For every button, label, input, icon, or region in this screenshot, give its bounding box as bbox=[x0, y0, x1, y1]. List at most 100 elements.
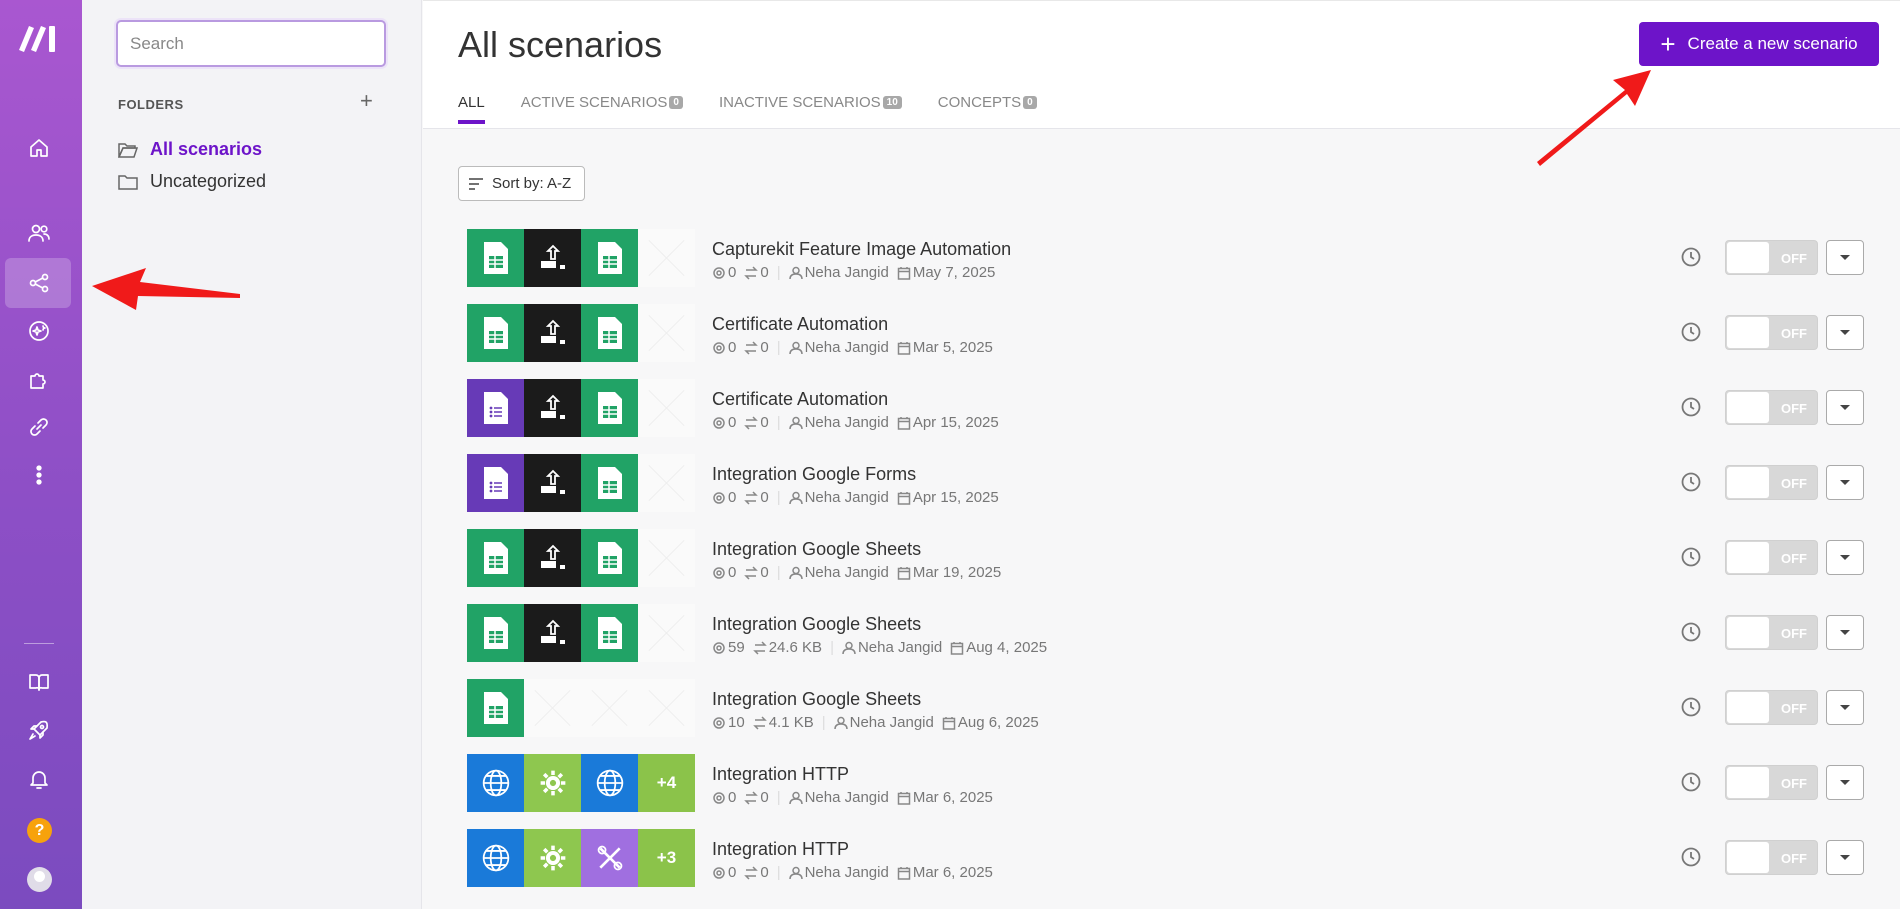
scenario-date: Apr 15, 2025 bbox=[897, 489, 999, 506]
folder-all-scenarios[interactable]: All scenarios bbox=[118, 139, 262, 160]
scenario-meta: 10 4.1 KB | Neha Jangid Aug 6, 2025 bbox=[712, 714, 1047, 731]
scenario-row[interactable]: Certificate Automation 0 0 | Neha Jangid Mar … bbox=[467, 304, 1867, 362]
create-scenario-button[interactable]: + Create a new scenario bbox=[1639, 22, 1879, 66]
empty-module-slot bbox=[638, 304, 695, 362]
scenario-toggle[interactable]: OFF bbox=[1725, 240, 1818, 275]
scenario-row[interactable]: Capturekit Feature Image Automation 0 0 | Ne… bbox=[467, 229, 1867, 287]
more-icon[interactable] bbox=[24, 460, 54, 490]
scenario-date: Apr 15, 2025 bbox=[897, 414, 999, 431]
folder-uncategorized[interactable]: Uncategorized bbox=[118, 171, 266, 192]
scenario-name[interactable]: Integration Google Sheets bbox=[712, 689, 921, 710]
scenario-name[interactable]: Certificate Automation bbox=[712, 389, 888, 410]
scenario-toggle[interactable]: OFF bbox=[1725, 540, 1818, 575]
schedule-clock-icon[interactable] bbox=[1680, 546, 1702, 568]
sheets-module-icon bbox=[581, 304, 638, 362]
dark-module-icon bbox=[524, 454, 581, 512]
tab-all[interactable]: ALL bbox=[458, 94, 485, 124]
data-transfer: 0 bbox=[744, 264, 769, 281]
scenario-toggle[interactable]: OFF bbox=[1725, 690, 1818, 725]
scenario-modules[interactable]: +3 bbox=[467, 829, 695, 887]
tab-inactive-scenarios[interactable]: INACTIVE SCENARIOS 10 bbox=[719, 94, 902, 124]
scenario-modules[interactable] bbox=[467, 529, 695, 587]
date-value: Aug 4, 2025 bbox=[966, 639, 1048, 656]
scenario-toggle[interactable]: OFF bbox=[1725, 390, 1818, 425]
make-logo[interactable] bbox=[16, 20, 62, 56]
schedule-clock-icon[interactable] bbox=[1680, 246, 1702, 268]
schedule-clock-icon[interactable] bbox=[1680, 846, 1702, 868]
data-transfer: 0 bbox=[744, 339, 769, 356]
scenario-row[interactable]: +4 Integration HTTP 0 0 | Neha Jangid Mar 6, 2… bbox=[467, 754, 1867, 812]
launch-icon[interactable] bbox=[24, 715, 54, 745]
scenario-name[interactable]: Certificate Automation bbox=[712, 314, 888, 335]
sort-button[interactable]: Sort by: A-Z bbox=[458, 166, 585, 201]
scenario-row[interactable]: Integration Google Sheets 0 0 | Neha Jangid M… bbox=[467, 529, 1867, 587]
scenario-options-dropdown[interactable] bbox=[1826, 465, 1864, 500]
scenario-options-dropdown[interactable] bbox=[1826, 390, 1864, 425]
bell-icon[interactable] bbox=[24, 764, 54, 794]
tab-label: ALL bbox=[458, 94, 485, 111]
scenario-toggle[interactable]: OFF bbox=[1725, 315, 1818, 350]
search-input[interactable] bbox=[116, 20, 386, 67]
scenario-date: Mar 5, 2025 bbox=[897, 339, 993, 356]
scenario-name[interactable]: Integration Google Sheets bbox=[712, 539, 921, 560]
tab-label: CONCEPTS bbox=[937, 94, 1022, 111]
scenario-options-dropdown[interactable] bbox=[1826, 240, 1864, 275]
toggle-knob bbox=[1727, 392, 1769, 423]
scenario-modules[interactable]: +4 bbox=[467, 754, 695, 812]
ai-icon[interactable] bbox=[24, 316, 54, 346]
user-icon bbox=[788, 341, 803, 354]
tab-active-scenarios[interactable]: ACTIVE SCENARIOS 0 bbox=[521, 94, 683, 124]
scenarios-icon[interactable] bbox=[24, 268, 54, 298]
tab-concepts[interactable]: CONCEPTS 0 bbox=[938, 94, 1037, 124]
team-icon[interactable] bbox=[24, 218, 54, 248]
scenario-toggle[interactable]: OFF bbox=[1725, 765, 1818, 800]
scenario-modules[interactable] bbox=[467, 304, 695, 362]
scenario-modules[interactable] bbox=[467, 229, 695, 287]
scenario-name[interactable]: Integration Google Forms bbox=[712, 464, 916, 485]
scenario-modules[interactable] bbox=[467, 454, 695, 512]
scenario-modules[interactable] bbox=[467, 679, 695, 737]
create-scenario-label: Create a new scenario bbox=[1687, 34, 1858, 53]
toggle-knob bbox=[1727, 767, 1769, 798]
scenario-name[interactable]: Integration HTTP bbox=[712, 764, 849, 785]
help-icon[interactable]: ? bbox=[27, 818, 52, 843]
scenario-options-dropdown[interactable] bbox=[1826, 540, 1864, 575]
schedule-clock-icon[interactable] bbox=[1680, 621, 1702, 643]
scenario-options-dropdown[interactable] bbox=[1826, 840, 1864, 875]
scenario-options-dropdown[interactable] bbox=[1826, 615, 1864, 650]
annotation-arrow-right bbox=[1537, 70, 1651, 166]
folder-label: Uncategorized bbox=[150, 171, 267, 191]
apps-icon[interactable] bbox=[24, 364, 54, 394]
schedule-clock-icon[interactable] bbox=[1680, 321, 1702, 343]
schedule-clock-icon[interactable] bbox=[1680, 471, 1702, 493]
scenario-owner: Neha Jangid bbox=[842, 639, 942, 656]
scenario-toggle[interactable]: OFF bbox=[1725, 465, 1818, 500]
scenario-row[interactable]: Integration Google Sheets 10 4.1 KB | Neha J… bbox=[467, 679, 1867, 737]
scenario-date: Mar 19, 2025 bbox=[897, 564, 1001, 581]
scenario-options-dropdown[interactable] bbox=[1826, 765, 1864, 800]
scenario-row[interactable]: Integration Google Sheets 59 24.6 KB | Neha … bbox=[467, 604, 1867, 662]
scenario-modules[interactable] bbox=[467, 604, 695, 662]
scenario-toggle[interactable]: OFF bbox=[1725, 615, 1818, 650]
home-icon[interactable] bbox=[24, 133, 54, 163]
scenario-options-dropdown[interactable] bbox=[1826, 690, 1864, 725]
scenario-row[interactable]: Certificate Automation 0 0 | Neha Jangid Apr … bbox=[467, 379, 1867, 437]
scenario-name[interactable]: Integration Google Sheets bbox=[712, 614, 921, 635]
schedule-clock-icon[interactable] bbox=[1680, 771, 1702, 793]
scenario-name[interactable]: Capturekit Feature Image Automation bbox=[712, 239, 1011, 260]
schedule-clock-icon[interactable] bbox=[1680, 696, 1702, 718]
scenario-row[interactable]: Integration Google Forms 0 0 | Neha Jangid Ap… bbox=[467, 454, 1867, 512]
scenario-modules[interactable] bbox=[467, 379, 695, 437]
tab-label: INACTIVE SCENARIOS bbox=[718, 94, 881, 111]
connections-icon[interactable] bbox=[24, 412, 54, 442]
add-folder-button[interactable]: + bbox=[360, 90, 373, 112]
sheets-module-icon bbox=[581, 229, 638, 287]
schedule-clock-icon[interactable] bbox=[1680, 396, 1702, 418]
avatar[interactable] bbox=[27, 867, 52, 892]
scenario-options-dropdown[interactable] bbox=[1826, 315, 1864, 350]
scenario-name[interactable]: Integration HTTP bbox=[712, 839, 849, 860]
scenario-toggle[interactable]: OFF bbox=[1725, 840, 1818, 875]
scenario-row[interactable]: +3 Integration HTTP 0 0 | Neha Jangid Mar 6, 2… bbox=[467, 829, 1867, 887]
more-modules-badge: +3 bbox=[638, 829, 695, 887]
docs-icon[interactable] bbox=[24, 667, 54, 697]
